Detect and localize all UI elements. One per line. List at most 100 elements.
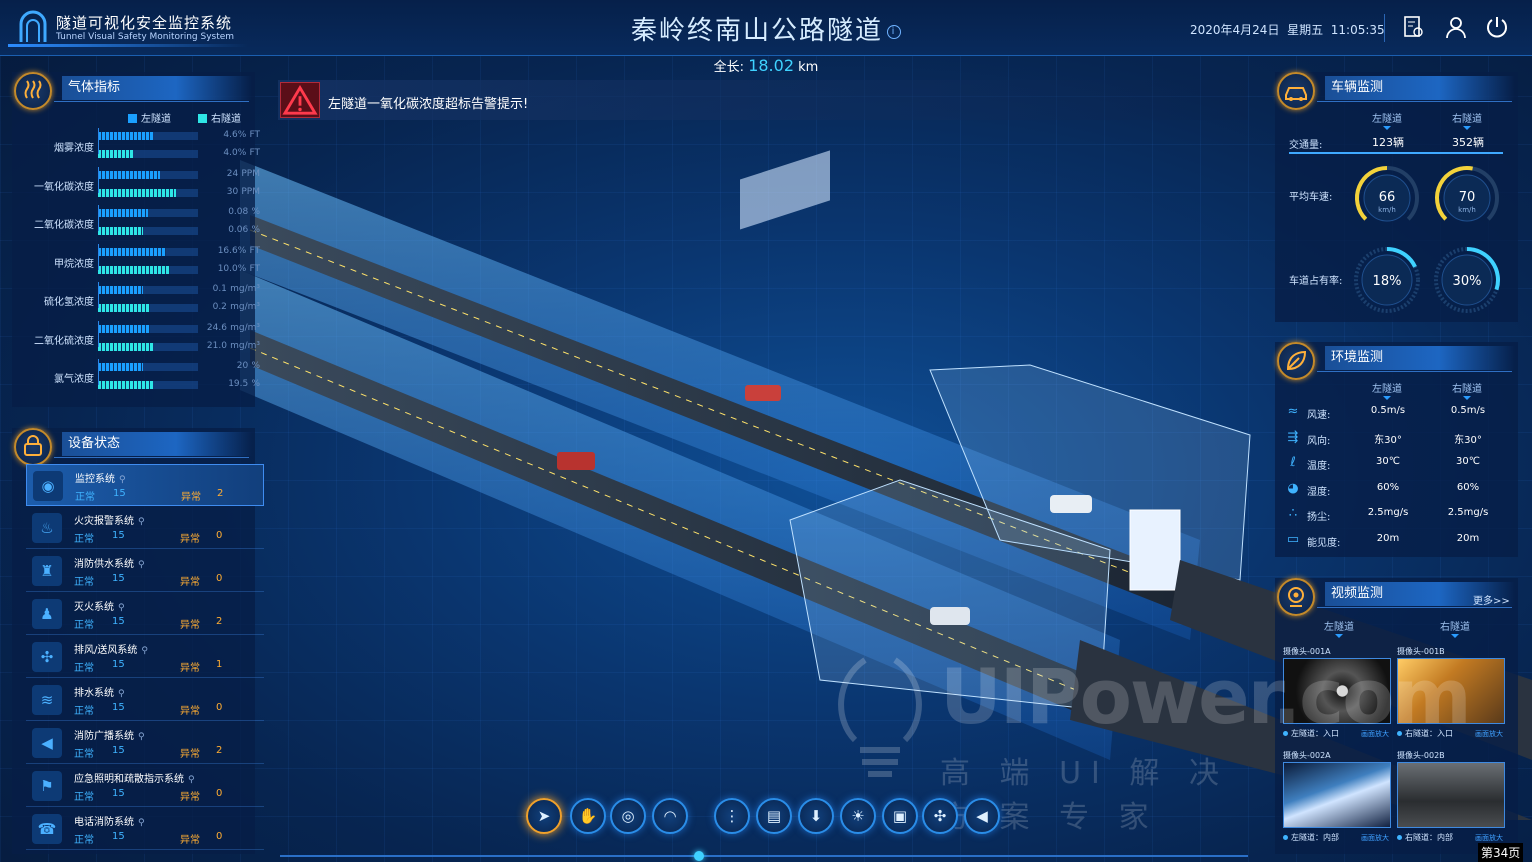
ring-value: 30%	[1453, 274, 1482, 289]
gas-bar-right	[98, 227, 198, 235]
gas-bar-left	[98, 209, 198, 217]
device-ok-label: 正常	[74, 534, 94, 545]
extinguisher-icon: ♟	[32, 599, 62, 629]
gas-label: 二氧化硫浓度	[34, 335, 94, 347]
env-label: 风速:	[1307, 410, 1331, 421]
device-row[interactable]: ◉ 监控系统 ⚲ 正常 15 异常 2	[26, 464, 264, 506]
gas-value-left: 24 PPM	[200, 168, 260, 179]
fan-icon: ✣	[933, 807, 947, 825]
rotate-tool-button[interactable]: ◎	[610, 798, 646, 834]
camera-icon: ◉	[33, 471, 63, 501]
device-name: 应急照明和疏散指示系统 ⚲	[74, 770, 195, 785]
gas-value-unit: mg/m³	[230, 340, 260, 351]
eye-tool-button[interactable]: ◠	[652, 798, 688, 834]
download-icon: ⬇	[809, 807, 823, 825]
sign-board-tool-button[interactable]: ▤	[756, 798, 792, 834]
camera-feed[interactable]	[1283, 762, 1391, 828]
alert-banner[interactable]: 左隧道一氧化碳浓度超标告警提示!	[278, 80, 1248, 120]
report-icon[interactable]	[1400, 14, 1426, 40]
gas-value-unit: PPM	[241, 168, 260, 179]
gas-bar-fill-right	[98, 342, 153, 351]
cross-passage	[740, 150, 830, 230]
gas-value-right: 21.0 mg/m³	[200, 340, 260, 351]
gas-value-unit: mg/m³	[230, 322, 260, 333]
location-pin-icon[interactable]: ⚲	[138, 732, 145, 742]
gas-bar-left	[98, 324, 198, 333]
speaker-tool-button[interactable]: ◀	[964, 798, 1000, 834]
device-name-text: 排风/送风系统	[74, 645, 138, 656]
device-name: 排水系统 ⚲	[74, 684, 125, 699]
download-tool-button[interactable]: ⬇	[798, 798, 834, 834]
occupancy-label: 车道占有率:	[1289, 276, 1343, 287]
gas-label: 硫化氢浓度	[44, 297, 94, 308]
location-pin-icon[interactable]: ⚲	[118, 689, 125, 699]
gas-value-left: 0.08 %	[200, 206, 260, 217]
device-bad-count: 1	[216, 659, 223, 670]
env-value-left: 2.5mg/s	[1367, 507, 1409, 518]
device-name-text: 排水系统	[74, 688, 114, 699]
device-ok-count: 15	[112, 659, 125, 670]
gas-row-bracket	[98, 243, 99, 270]
gas-label: 氯气浓度	[54, 374, 94, 385]
speed-label: 平均车速:	[1289, 192, 1333, 203]
device-row[interactable]: ☎ 电话消防系统 ⚲ 正常 15 异常 0	[26, 808, 264, 850]
power-icon[interactable]	[1484, 14, 1510, 40]
gas-value-left: 0.1 mg/m³	[200, 283, 260, 294]
gas-value-number: 0.06	[228, 225, 249, 235]
gas-value-number: 4.0%	[223, 148, 247, 158]
device-row[interactable]: ⚑ 应急照明和疏散指示系统 ⚲ 正常 15 异常 0	[26, 765, 264, 807]
device-row[interactable]: ♨ 火灾报警系统 ⚲ 正常 15 异常 0	[26, 507, 264, 549]
status-dot-icon	[1397, 835, 1402, 840]
gas-value-unit: FT	[249, 130, 260, 140]
timeline-track[interactable]	[280, 855, 1248, 857]
hand-tool-button[interactable]: ✋	[570, 798, 606, 834]
lock-tool-button[interactable]: ▣	[882, 798, 918, 834]
device-ok-count: 15	[112, 831, 125, 842]
pointer-tool-button[interactable]: ➤	[526, 798, 562, 834]
length-label: 全长:	[713, 60, 745, 75]
location-pin-icon[interactable]: ⚲	[138, 517, 145, 527]
camera-name: 摄像头-002B	[1397, 751, 1445, 760]
traffic-light-icon: ⋮	[724, 807, 740, 825]
gas-value-left: 4.6% FT	[200, 129, 260, 140]
camera-zoom-link[interactable]: 画面放大	[1475, 729, 1503, 739]
camera-zoom-link[interactable]: 画面放大	[1361, 833, 1389, 843]
fan-tool-button[interactable]: ✣	[922, 798, 958, 834]
device-row[interactable]: ✣ 排风/送风系统 ⚲ 正常 15 异常 1	[26, 636, 264, 678]
location-pin-icon[interactable]: ⚲	[141, 646, 148, 656]
device-name: 电话消防系统 ⚲	[74, 813, 145, 828]
device-bad-label: 异常	[181, 492, 201, 503]
gas-value-unit: %	[251, 379, 260, 389]
device-row[interactable]: ≋ 排水系统 ⚲ 正常 15 异常 0	[26, 679, 264, 721]
user-icon[interactable]	[1443, 14, 1469, 40]
camera-feed[interactable]	[1397, 762, 1505, 828]
location-pin-icon[interactable]: ⚲	[138, 818, 145, 828]
gas-bar-fill-right	[98, 304, 150, 312]
environment-title-line	[1317, 371, 1512, 372]
timeline-knob[interactable]	[694, 851, 704, 861]
device-name-text: 监控系统	[75, 474, 115, 485]
vehicle-panel: 车辆监测 左隧道 右隧道 交通量: 123辆 352辆 平均车速: 66 km/h…	[1275, 72, 1518, 322]
traffic-light-tool-button[interactable]: ⋮	[714, 798, 750, 834]
visibility-icon: ▭	[1286, 531, 1300, 547]
location-pin-icon[interactable]: ⚲	[119, 475, 126, 485]
location-pin-icon[interactable]: ⚲	[138, 560, 145, 570]
camera-zoom-link[interactable]: 画面放大	[1475, 833, 1503, 843]
location-pin-icon[interactable]: ⚲	[188, 775, 195, 785]
device-row[interactable]: ♜ 消防供水系统 ⚲ 正常 15 异常 0	[26, 550, 264, 592]
lamp-tool-button[interactable]: ☀	[840, 798, 876, 834]
info-icon[interactable]: i	[887, 24, 901, 39]
ring-value: 18%	[1373, 274, 1402, 289]
device-name: 消防供水系统 ⚲	[74, 555, 145, 570]
length-value: 18.02	[748, 56, 794, 75]
hydrant-icon: ♜	[32, 556, 62, 586]
device-row[interactable]: ♟ 灭火系统 ⚲ 正常 15 异常 2	[26, 593, 264, 635]
vehicle-panel-title: 车辆监测	[1325, 76, 1515, 100]
location-pin-icon[interactable]: ⚲	[118, 603, 125, 613]
hand-icon: ✋	[578, 807, 598, 825]
lamp-icon: ☀	[851, 807, 865, 825]
vehicle-title-line	[1317, 101, 1512, 102]
video-more-link[interactable]: 更多>>	[1473, 592, 1510, 607]
gas-value-number: 0.1	[212, 284, 227, 294]
device-row[interactable]: ◀ 消防广播系统 ⚲ 正常 15 异常 2	[26, 722, 264, 764]
